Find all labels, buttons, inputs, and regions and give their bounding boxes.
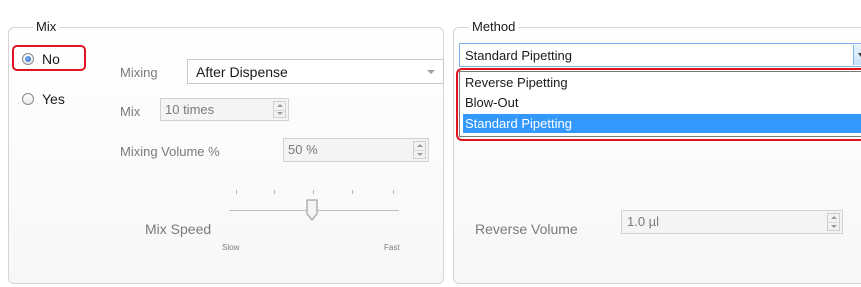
mix-speed-slow-label: Slow	[222, 243, 240, 252]
radio-yes-label: Yes	[42, 91, 65, 107]
method-dropdown-button[interactable]	[853, 45, 861, 65]
radio-no[interactable]: No	[22, 51, 72, 67]
radio-no-label: No	[42, 51, 60, 67]
reverse-volume-value: 1.0 µl	[627, 214, 660, 229]
method-select[interactable]: Standard Pipetting	[459, 43, 861, 67]
reverse-volume-label: Reverse Volume	[475, 221, 578, 237]
mixing-volume-value: 50 %	[288, 142, 318, 157]
radio-no-indicator[interactable]	[22, 53, 34, 65]
reverse-volume-spinner[interactable]	[827, 213, 840, 231]
mix-speed-ticks	[229, 190, 399, 196]
mixing-label: Mixing	[120, 65, 158, 80]
mixing-select[interactable]: After Dispense	[187, 59, 444, 84]
radio-yes-indicator[interactable]	[22, 93, 34, 105]
mix-count-spinner[interactable]	[273, 101, 286, 118]
mix-count-value: 10 times	[165, 102, 215, 117]
radio-yes[interactable]: Yes	[22, 91, 82, 107]
mix-group-title: Mix	[33, 19, 60, 34]
mixing-select-value: After Dispense	[196, 64, 288, 80]
method-group-title: Method	[469, 19, 519, 34]
mix-speed-fast-label: Fast	[384, 243, 400, 252]
mixing-volume-label: Mixing Volume %	[120, 144, 220, 159]
mix-count-label: Mix	[120, 104, 141, 119]
mix-count-stepper[interactable]: 10 times	[160, 98, 289, 121]
mix-speed-label: Mix Speed	[145, 221, 212, 237]
mixing-volume-stepper[interactable]: 50 %	[283, 138, 429, 162]
method-list-highlight	[456, 68, 861, 141]
mixing-volume-spinner[interactable]	[413, 141, 426, 159]
mix-speed-slider-thumb[interactable]	[306, 199, 318, 221]
reverse-volume-stepper[interactable]: 1.0 µl	[621, 210, 843, 234]
method-select-value: Standard Pipetting	[465, 48, 572, 63]
chevron-down-icon[interactable]	[427, 70, 435, 74]
